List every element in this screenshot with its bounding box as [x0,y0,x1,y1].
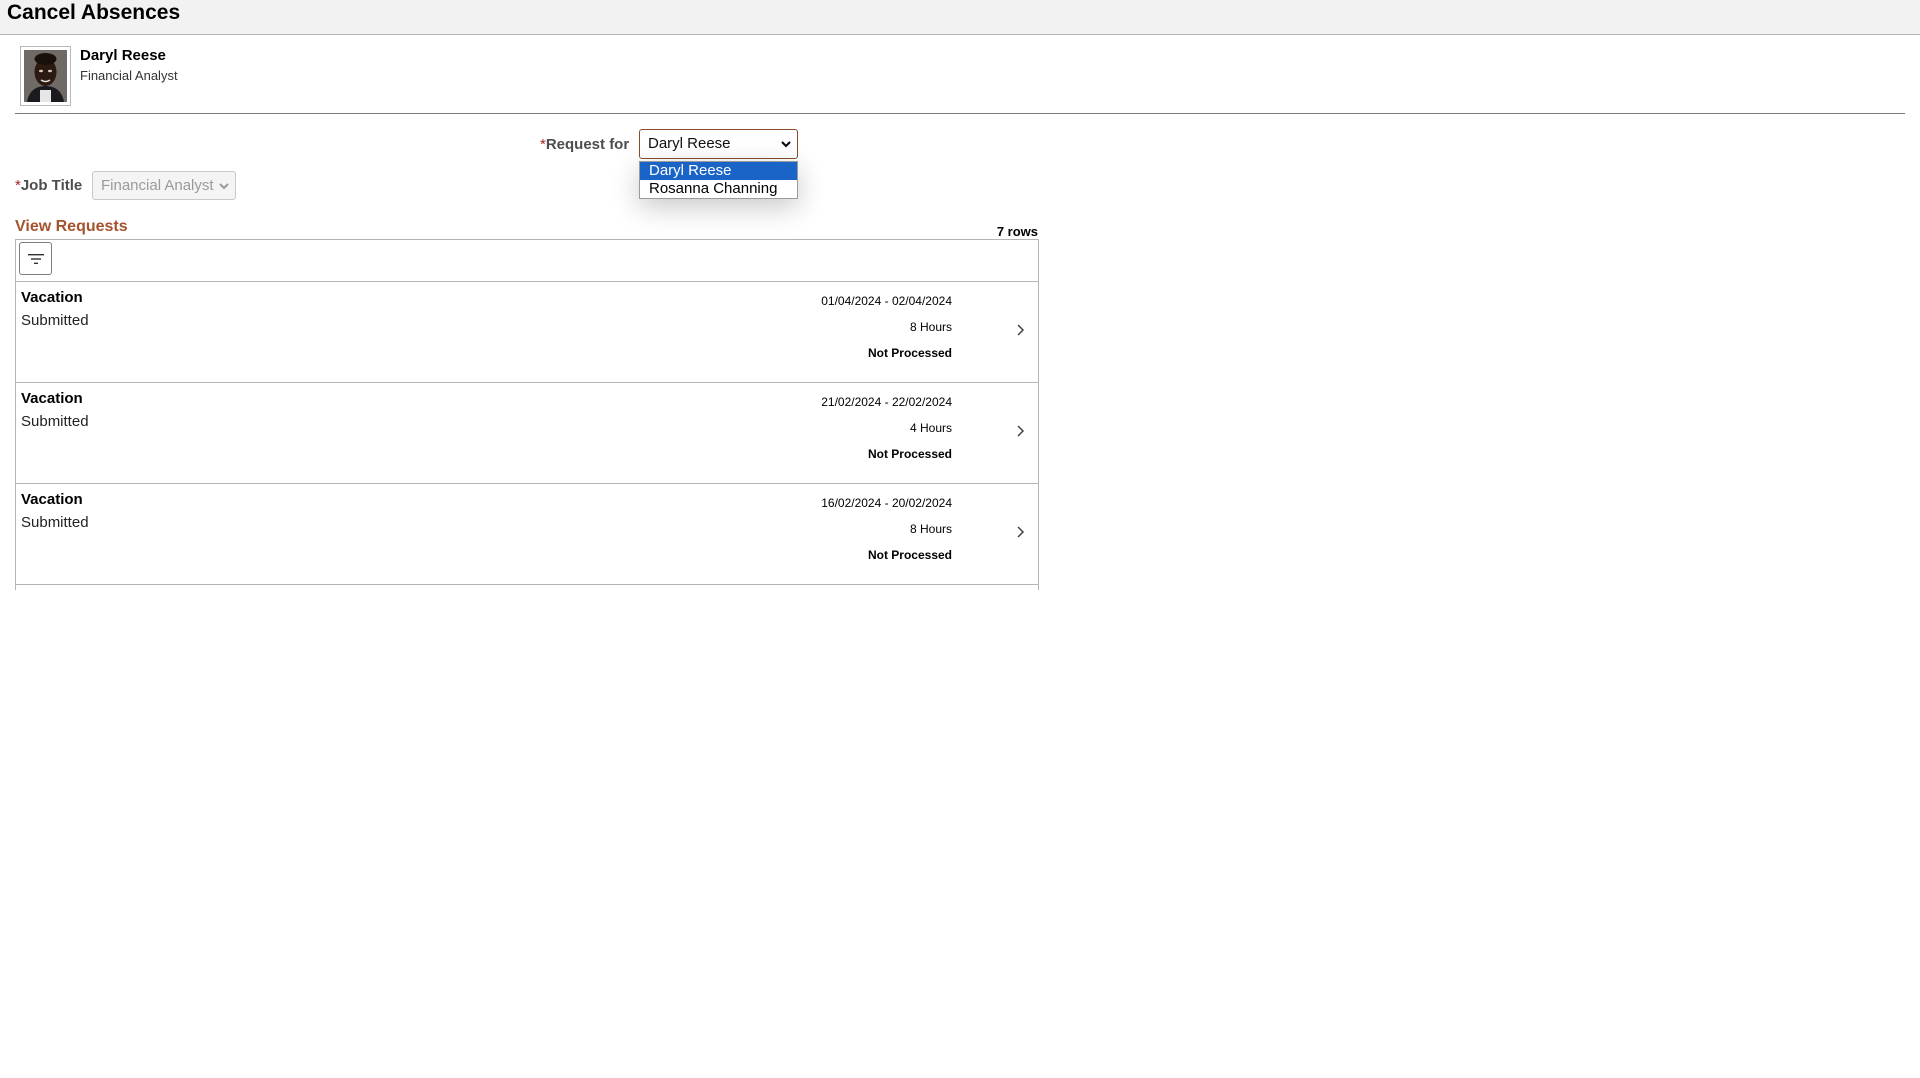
table-row[interactable]: Vacation Submitted 21/02/2024 - 22/02/20… [16,383,1038,484]
request-status: Submitted [21,514,89,531]
option-rosanna-channing[interactable]: Rosanna Channing [640,180,797,198]
filter-icon [28,254,44,264]
chevron-right-icon [1017,425,1025,437]
job-title-label-text: Job Title [20,177,83,194]
chevron-down-icon [781,141,791,148]
processing-status: Not Processed [867,548,952,562]
request-for-label: *Request for [540,136,629,153]
employee-name: Daryl Reese [80,47,166,64]
job-title-select[interactable]: Financial Analyst [92,171,236,200]
request-for-value: Daryl Reese [648,135,731,152]
processing-status: Not Processed [867,447,952,461]
job-title-label: *Job Title [15,177,82,194]
header-divider [15,113,1905,114]
request-for-dropdown: Daryl Reese Rosanna Channing [639,161,798,199]
absence-type: Vacation [21,289,83,306]
chevron-down-icon [219,183,229,190]
avatar [20,46,71,106]
job-title-value: Financial Analyst [101,177,214,194]
request-for-label-text: Request for [545,136,630,153]
chevron-right-icon [1017,324,1025,336]
grid-toolbar [16,240,1038,282]
absence-duration: 4 Hours [909,421,952,435]
row-count: 7 rows [996,224,1038,239]
filter-button[interactable] [19,242,52,275]
option-daryl-reese[interactable]: Daryl Reese [640,162,797,180]
page-title: Cancel Absences [7,1,181,24]
requests-grid: Vacation Submitted 01/04/2024 - 02/04/20… [15,239,1039,590]
view-requests-title: View Requests [15,218,128,235]
page-header: Cancel Absences [0,0,1920,35]
processing-status: Not Processed [867,346,952,360]
absence-type: Vacation [21,390,83,407]
table-row[interactable]: Vacation Submitted 16/02/2024 - 20/02/20… [16,484,1038,585]
request-status: Submitted [21,413,89,430]
absence-type: Vacation [21,491,83,508]
absence-duration: 8 Hours [909,320,952,334]
absence-dates: 21/02/2024 - 22/02/2024 [821,395,952,409]
absence-duration: 8 Hours [909,522,952,536]
absence-dates: 16/02/2024 - 20/02/2024 [821,496,952,510]
request-status: Submitted [21,312,89,329]
table-row[interactable]: Vacation Submitted 01/04/2024 - 02/04/20… [16,282,1038,383]
request-for-select[interactable]: Daryl Reese [639,129,798,159]
employee-job-title: Financial Analyst [80,68,178,83]
absence-dates: 01/04/2024 - 02/04/2024 [821,294,952,308]
employee-photo [24,50,67,102]
chevron-right-icon [1017,526,1025,538]
